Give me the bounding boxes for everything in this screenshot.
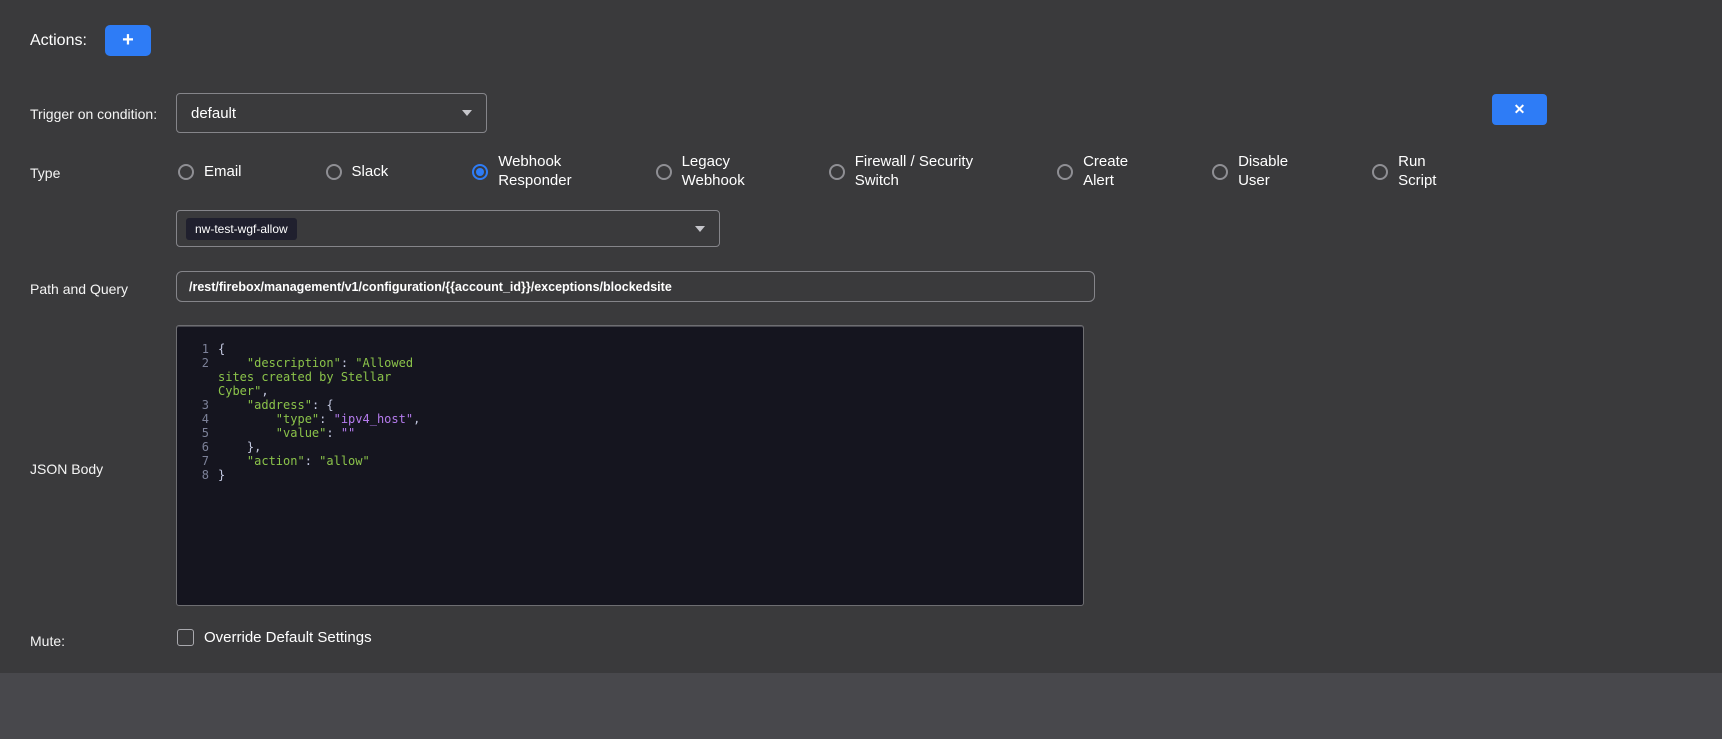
- chevron-down-icon: [695, 226, 705, 232]
- code-text: "action": "allow": [218, 454, 423, 468]
- radio-icon[interactable]: [326, 164, 342, 180]
- code-text: "value": "": [218, 426, 423, 440]
- json-body-label: JSON Body: [30, 461, 103, 477]
- plus-icon: +: [122, 29, 134, 52]
- line-number: 6: [183, 440, 209, 454]
- type-options: Email Slack WebhookResponder LegacyWebhook F…: [178, 146, 1436, 198]
- panel-footer: [0, 673, 1722, 739]
- radio-icon[interactable]: [1372, 164, 1388, 180]
- line-number: 1: [183, 342, 209, 356]
- line-number: 2: [183, 356, 209, 370]
- radio-label: Slack: [352, 163, 389, 182]
- override-default-settings-label: Override Default Settings: [204, 629, 372, 646]
- remove-action-button[interactable]: ✕: [1492, 94, 1547, 125]
- line-number: 5: [183, 426, 209, 440]
- path-query-input[interactable]: [176, 271, 1095, 302]
- radio-icon[interactable]: [656, 164, 672, 180]
- radio-label: CreateAlert: [1083, 153, 1128, 191]
- responder-chip: nw-test-wgf-allow: [186, 218, 297, 240]
- override-default-settings-checkbox[interactable]: [177, 629, 194, 646]
- line-number: 4: [183, 412, 209, 426]
- radio-label: DisableUser: [1238, 153, 1288, 191]
- type-option-run-script[interactable]: RunScript: [1372, 153, 1436, 191]
- type-option-webhook-responder[interactable]: WebhookResponder: [472, 153, 571, 191]
- code-line: 1{: [183, 342, 1083, 356]
- action-config-panel: Actions: + Trigger on condition: default…: [0, 0, 1722, 739]
- radio-icon[interactable]: [829, 164, 845, 180]
- type-option-disable-user[interactable]: DisableUser: [1212, 153, 1288, 191]
- type-option-email[interactable]: Email: [178, 163, 242, 182]
- code-text: {: [218, 342, 423, 356]
- code-text: "description": "Allowed sites created by…: [218, 356, 423, 398]
- mute-override-row: Override Default Settings: [177, 629, 372, 646]
- radio-label: WebhookResponder: [498, 153, 571, 191]
- actions-header: Actions: +: [30, 25, 151, 56]
- type-option-legacy-webhook[interactable]: LegacyWebhook: [656, 153, 745, 191]
- type-option-create-alert[interactable]: CreateAlert: [1057, 153, 1128, 191]
- json-editor-lines: 1{2 "description": "Allowed sites create…: [183, 342, 1083, 482]
- mute-label: Mute:: [30, 633, 65, 649]
- trigger-condition-select[interactable]: default: [176, 93, 487, 133]
- actions-label: Actions:: [30, 32, 87, 50]
- code-line: 5 "value": "": [183, 426, 1083, 440]
- radio-icon[interactable]: [1212, 164, 1228, 180]
- code-line: 2 "description": "Allowed sites created …: [183, 356, 1083, 398]
- radio-icon[interactable]: [178, 164, 194, 180]
- code-line: 3 "address": {: [183, 398, 1083, 412]
- line-number: 8: [183, 468, 209, 482]
- trigger-condition-label: Trigger on condition:: [30, 106, 157, 122]
- radio-selected-icon[interactable]: [472, 164, 488, 180]
- code-text: "address": {: [218, 398, 423, 412]
- line-number: 7: [183, 454, 209, 468]
- radio-label: LegacyWebhook: [682, 153, 745, 191]
- radio-label: RunScript: [1398, 153, 1436, 191]
- trigger-condition-value: default: [191, 105, 236, 122]
- code-line: 8}: [183, 468, 1083, 482]
- type-label: Type: [30, 165, 60, 181]
- chevron-down-icon: [462, 110, 472, 116]
- radio-label: Email: [204, 163, 242, 182]
- code-text: "type": "ipv4_host",: [218, 412, 423, 426]
- radio-icon[interactable]: [1057, 164, 1073, 180]
- radio-label: Firewall / SecuritySwitch: [855, 153, 973, 191]
- code-line: 7 "action": "allow": [183, 454, 1083, 468]
- add-action-button[interactable]: +: [105, 25, 151, 56]
- path-query-label: Path and Query: [30, 281, 128, 297]
- code-line: 6 },: [183, 440, 1083, 454]
- line-number: 3: [183, 398, 209, 412]
- type-option-firewall-security-switch[interactable]: Firewall / SecuritySwitch: [829, 153, 973, 191]
- close-icon: ✕: [1514, 101, 1526, 118]
- type-option-slack[interactable]: Slack: [326, 163, 389, 182]
- code-line: 4 "type": "ipv4_host",: [183, 412, 1083, 426]
- code-text: },: [218, 440, 423, 454]
- webhook-responder-select[interactable]: nw-test-wgf-allow: [176, 210, 720, 247]
- json-body-editor[interactable]: 1{2 "description": "Allowed sites create…: [176, 325, 1084, 606]
- code-text: }: [218, 468, 423, 482]
